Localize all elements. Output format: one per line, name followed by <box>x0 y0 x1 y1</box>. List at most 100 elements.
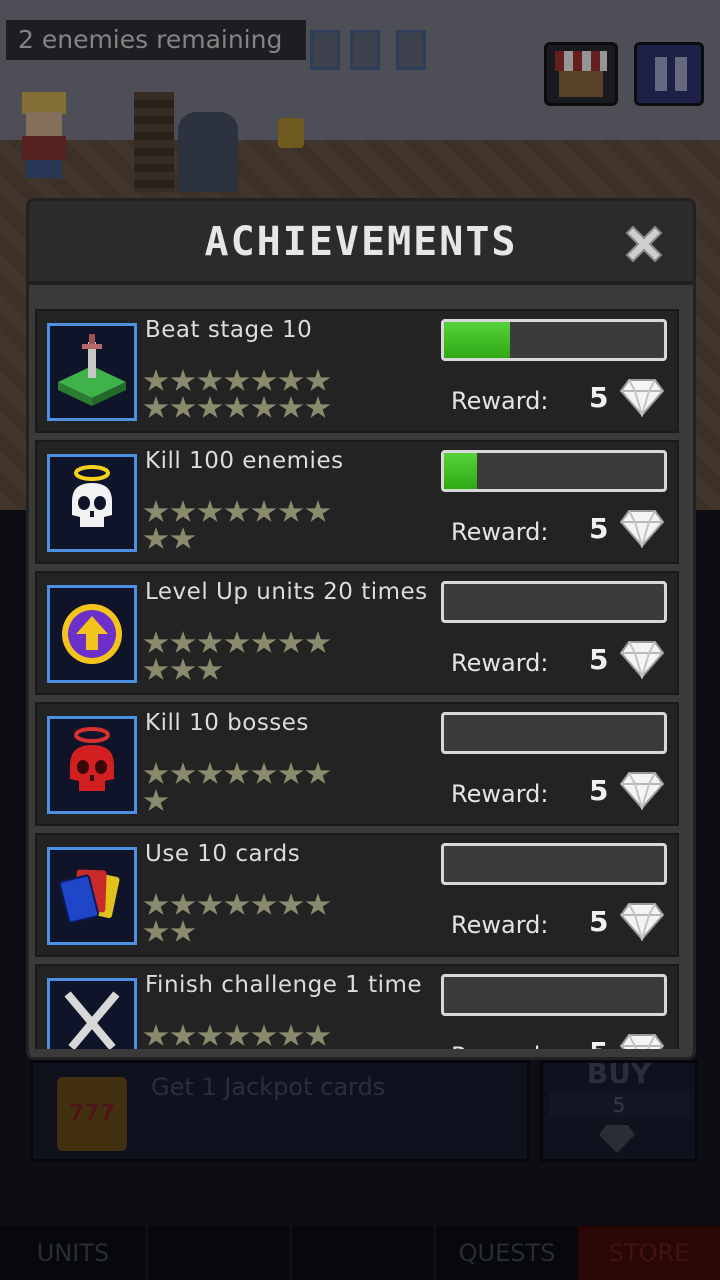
star-icon <box>278 1024 304 1046</box>
star-icon <box>278 631 304 653</box>
star-icon <box>143 1024 169 1046</box>
progress-fill <box>444 453 477 489</box>
achievement-row[interactable]: Use 10 cards Reward: 5 <box>35 833 679 957</box>
star-icon <box>197 658 223 680</box>
reward-label: Reward: <box>451 911 549 939</box>
level-up-icon <box>62 604 122 664</box>
achievement-name: Beat stage 10 <box>145 317 313 343</box>
star-icon <box>305 500 331 522</box>
reward-amount: 5 <box>589 381 609 414</box>
star-icon <box>224 369 250 391</box>
reward-label: Reward: <box>451 780 549 808</box>
star-icon <box>143 893 169 915</box>
star-icon <box>197 1024 223 1046</box>
star-rating <box>143 1024 333 1049</box>
progress-bar <box>441 712 667 754</box>
star-rating <box>143 500 333 554</box>
star-icon <box>224 1024 250 1046</box>
star-icon <box>197 369 223 391</box>
achievement-row[interactable]: Finish challenge 1 time Reward: 5 <box>35 964 679 1049</box>
star-icon <box>170 369 196 391</box>
star-icon <box>170 631 196 653</box>
star-icon <box>251 1024 277 1046</box>
star-icon <box>224 762 250 784</box>
star-icon <box>305 893 331 915</box>
progress-bar <box>441 974 667 1016</box>
achievement-name: Level Up units 20 times <box>145 579 428 605</box>
star-icon <box>305 369 331 391</box>
star-icon <box>278 396 304 418</box>
achievement-icon-frame <box>47 716 137 814</box>
reward-label: Reward: <box>451 387 549 415</box>
star-icon <box>197 631 223 653</box>
star-icon <box>143 789 169 811</box>
achievement-row[interactable]: Kill 100 enemies Reward: 5 <box>35 440 679 564</box>
star-icon <box>143 920 169 942</box>
progress-bar <box>441 450 667 492</box>
cards-icon <box>59 869 120 924</box>
star-icon <box>305 762 331 784</box>
achievement-name: Kill 100 enemies <box>145 448 344 474</box>
star-icon <box>143 527 169 549</box>
star-icon <box>170 500 196 522</box>
star-icon <box>143 658 169 680</box>
achievement-icon-frame <box>47 847 137 945</box>
achievement-icon-frame <box>47 323 137 421</box>
diamond-icon <box>619 510 665 548</box>
star-icon <box>278 369 304 391</box>
star-icon <box>278 500 304 522</box>
crossed-swords-icon <box>64 991 120 1049</box>
diamond-icon <box>619 1034 665 1049</box>
close-icon[interactable] <box>621 221 667 267</box>
reward-amount: 5 <box>589 774 609 807</box>
star-icon <box>224 396 250 418</box>
reward-label: Reward: <box>451 1042 548 1049</box>
star-rating <box>143 631 333 685</box>
achievement-row[interactable]: Kill 10 bosses Reward: 5 <box>35 702 679 826</box>
star-icon <box>197 500 223 522</box>
achievement-name: Kill 10 bosses <box>145 710 309 736</box>
star-icon <box>143 762 169 784</box>
star-icon <box>170 920 196 942</box>
star-icon <box>170 893 196 915</box>
progress-bar <box>441 843 667 885</box>
reward-amount: 5 <box>589 905 609 938</box>
diamond-icon <box>619 641 665 679</box>
star-icon <box>197 396 223 418</box>
reward-amount: 5 <box>589 512 609 545</box>
achievement-name: Finish challenge 1 time <box>145 972 423 998</box>
achievement-row[interactable]: Beat stage 10 Reward: 5 <box>35 309 679 433</box>
dialog-title: ACHIEVEMENTS <box>204 219 518 265</box>
reward-label: Reward: <box>451 649 549 677</box>
achievement-icon-frame <box>47 585 137 683</box>
star-icon <box>251 500 277 522</box>
star-rating <box>143 369 333 423</box>
star-icon <box>251 631 277 653</box>
star-icon <box>170 396 196 418</box>
diamond-icon <box>619 379 665 417</box>
skull-halo-icon <box>72 465 112 527</box>
achievement-list[interactable]: Beat stage 10 Reward: 5 Kill 100 enemies Rew… <box>35 309 679 1049</box>
achievements-dialog: ACHIEVEMENTS Beat stage 10 Reward: 5 Kill 1… <box>26 198 696 1060</box>
star-icon <box>305 396 331 418</box>
star-icon <box>197 893 223 915</box>
star-icon <box>251 762 277 784</box>
star-icon <box>224 893 250 915</box>
star-icon <box>278 893 304 915</box>
star-icon <box>143 396 169 418</box>
star-icon <box>278 762 304 784</box>
stage-icon <box>58 334 126 406</box>
diamond-icon <box>619 903 665 941</box>
star-icon <box>170 1024 196 1046</box>
star-rating <box>143 762 333 816</box>
achievement-icon-frame <box>47 454 137 552</box>
dialog-header: ACHIEVEMENTS <box>29 201 693 285</box>
diamond-icon <box>619 772 665 810</box>
achievement-row[interactable]: Level Up units 20 times Reward: 5 <box>35 571 679 695</box>
star-icon <box>197 762 223 784</box>
progress-bar <box>441 581 667 623</box>
reward-label: Reward: <box>451 518 549 546</box>
reward-amount: 5 <box>589 1036 608 1049</box>
star-icon <box>251 893 277 915</box>
star-icon <box>143 500 169 522</box>
